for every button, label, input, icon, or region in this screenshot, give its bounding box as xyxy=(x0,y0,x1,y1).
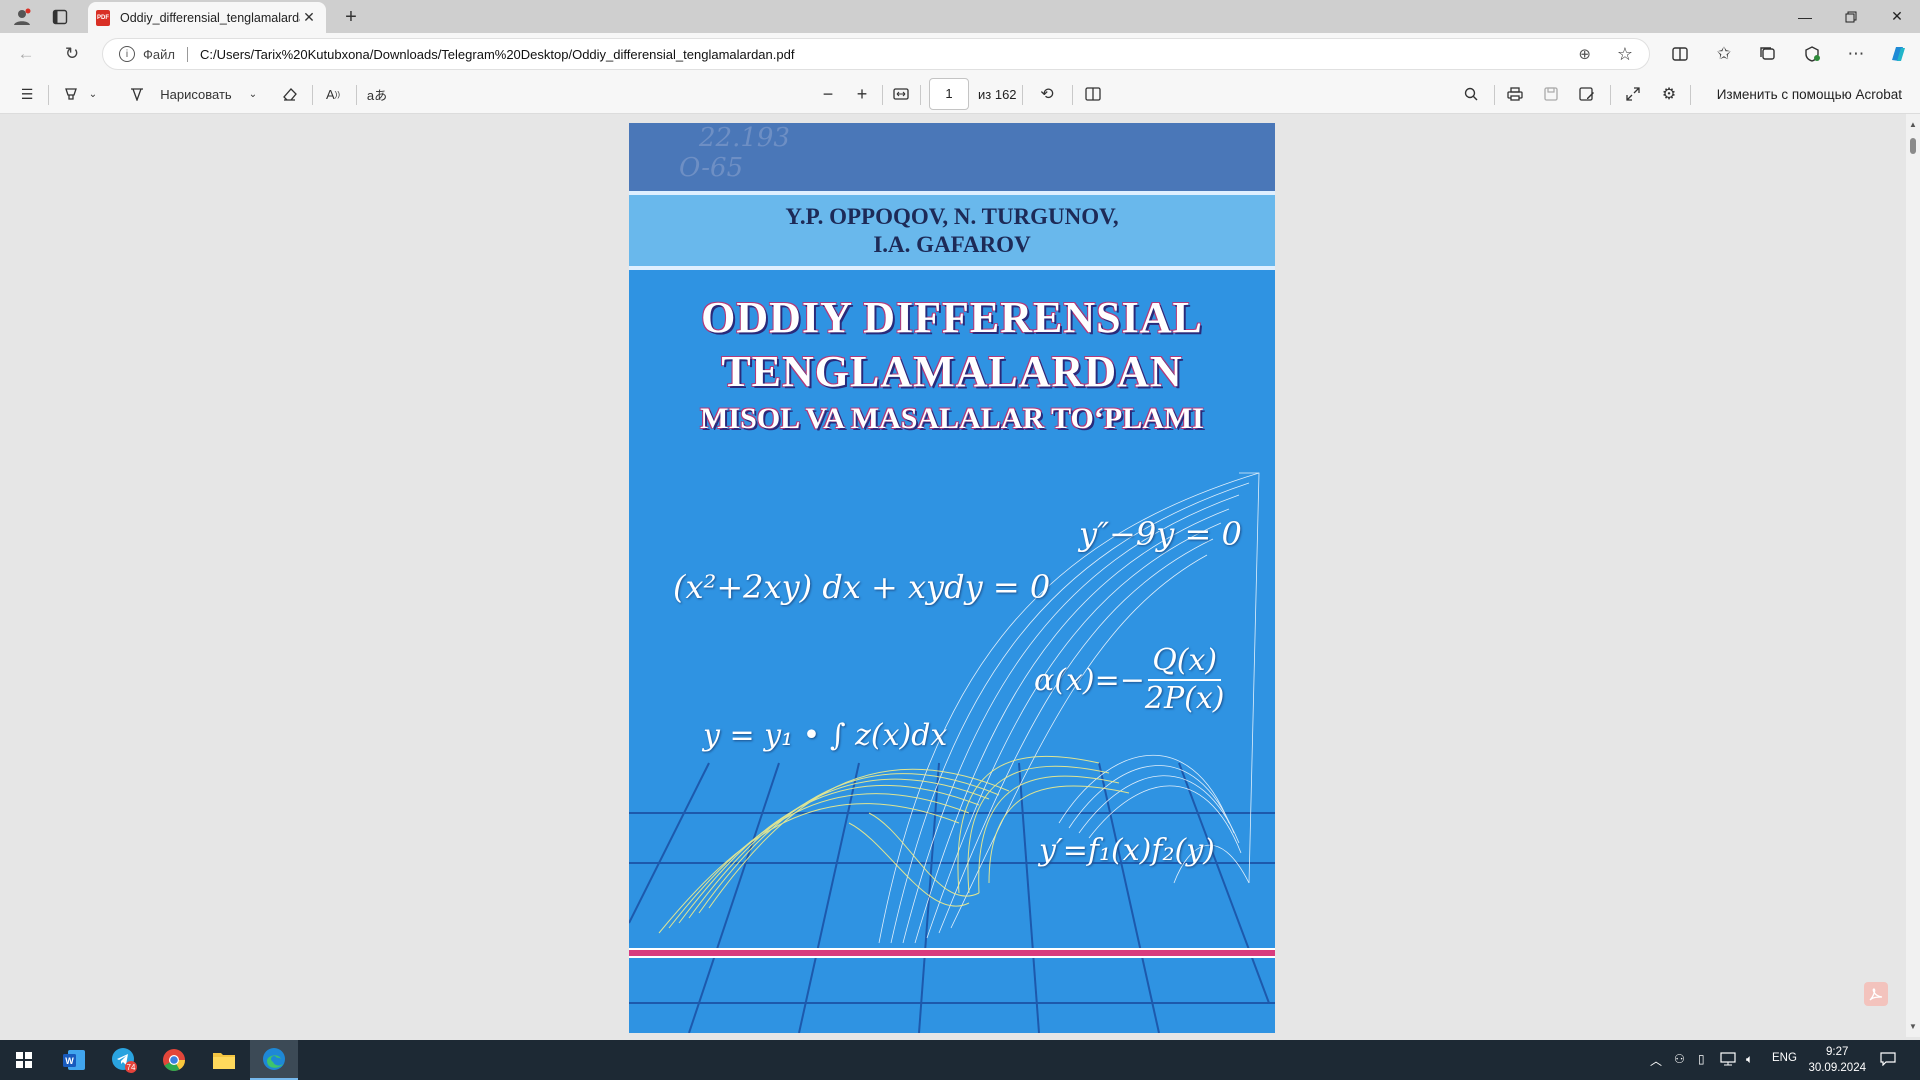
copilot-icon[interactable] xyxy=(1884,41,1912,67)
draw-button[interactable]: Нарисовать xyxy=(154,81,238,107)
navigation-bar: ← ↻ i Файл C:/Users/Tarix%20Kutubxona/Do… xyxy=(0,33,1920,75)
highlight-icon[interactable] xyxy=(58,81,84,107)
equation-3: α(x)=− Q(x) 2P(x) xyxy=(1034,643,1225,716)
tab-strip: PDF Oddiy_differensial_tenglamalardan.pd… xyxy=(0,0,1920,33)
draw-dropdown-icon[interactable]: ⌄ xyxy=(244,81,262,107)
pdf-file-icon: PDF xyxy=(96,9,110,26)
svg-text:W: W xyxy=(65,1056,74,1066)
zoom-in-icon[interactable]: + xyxy=(849,81,875,107)
edit-with-acrobat-button[interactable]: Изменить с помощью Acrobat xyxy=(1717,87,1902,102)
pdf-page-cover: 22.193 O-65 Y.P. OPPOQOV, N. TURGUNOV, I… xyxy=(629,123,1275,1033)
fit-to-width-icon[interactable] xyxy=(888,81,914,107)
site-info-icon[interactable]: i xyxy=(119,46,135,62)
zoom-out-icon[interactable]: − xyxy=(815,81,841,107)
print-icon[interactable] xyxy=(1502,81,1528,107)
telegram-app-icon[interactable]: 74 xyxy=(100,1040,148,1080)
toolbar-divider xyxy=(356,85,357,105)
favorites-icon[interactable]: ✩ xyxy=(1710,41,1738,67)
vertical-scrollbar[interactable]: ▲ ▼ xyxy=(1906,114,1920,1037)
collections-icon[interactable] xyxy=(1754,41,1782,67)
toolbar-divider xyxy=(1494,85,1495,105)
acrobat-icon[interactable] xyxy=(1864,982,1888,1006)
highlight-dropdown-icon[interactable]: ⌄ xyxy=(84,81,102,107)
read-aloud-icon[interactable]: A)) xyxy=(320,81,346,107)
zoom-icon[interactable]: ⊕ xyxy=(1578,45,1591,63)
tab-close-icon[interactable]: ✕ xyxy=(300,9,318,26)
equation-5: y′=f₁(x)f₂(y) xyxy=(1039,833,1215,868)
tab-title: Oddiy_differensial_tenglamalardan.pdf xyxy=(120,10,300,25)
toolbar-divider xyxy=(1690,85,1691,105)
toolbar-divider xyxy=(48,85,49,105)
search-icon[interactable] xyxy=(1458,81,1484,107)
chrome-app-icon[interactable] xyxy=(150,1040,198,1080)
toolbar-divider xyxy=(312,85,313,105)
windows-taskbar: W 74 ︿ ⚇ ▯ 🔈︎ ENG 9:27 30.09.2024 xyxy=(0,1040,1920,1080)
tray-app-icon[interactable]: ⚇ xyxy=(1674,1052,1685,1066)
immersive-reader-icon[interactable]: aあ xyxy=(364,81,390,107)
word-app-icon[interactable]: W xyxy=(50,1040,98,1080)
system-clock[interactable]: 9:27 30.09.2024 xyxy=(1808,1044,1866,1076)
scrollbar-thumb[interactable] xyxy=(1910,138,1916,154)
volume-icon[interactable]: 🔈︎ xyxy=(1746,1052,1753,1067)
fullscreen-icon[interactable] xyxy=(1620,81,1646,107)
tab-actions-icon[interactable] xyxy=(46,4,74,30)
eraser-icon[interactable] xyxy=(276,81,302,107)
browser-essentials-icon[interactable] xyxy=(1798,41,1826,67)
scheme-label: Файл xyxy=(143,46,188,62)
edge-app-icon[interactable] xyxy=(250,1040,298,1080)
cover-title: ODDIY DIFFERENSIAL TENGLAMALARDAN xyxy=(701,293,1203,396)
scroll-down-icon[interactable]: ▼ xyxy=(1909,1022,1917,1031)
notifications-icon[interactable] xyxy=(1880,1052,1896,1069)
settings-gear-icon[interactable]: ⚙ xyxy=(1656,81,1682,107)
language-indicator[interactable]: ENG xyxy=(1772,1052,1797,1064)
draw-icon[interactable] xyxy=(126,81,148,107)
rotate-icon[interactable]: ⟲ xyxy=(1034,81,1060,107)
cover-subtitle: MISOL VA MASALALAR TO‘PLAMI xyxy=(700,402,1204,435)
minimize-button[interactable]: — xyxy=(1782,0,1828,33)
table-of-contents-icon[interactable]: ☰ xyxy=(14,81,40,107)
refresh-icon[interactable]: ↻ xyxy=(58,41,86,67)
pdf-toolbar: ☰ ⌄ Нарисовать ⌄ A)) aあ − + 1 из 162 ⟲ ⚙… xyxy=(0,75,1920,114)
split-screen-icon[interactable] xyxy=(1666,41,1694,67)
show-hidden-icons[interactable]: ︿ xyxy=(1650,1052,1662,1069)
cover-pink-stripe xyxy=(629,948,1275,958)
usb-icon[interactable]: ▯ xyxy=(1698,1052,1705,1066)
more-options-icon[interactable]: ⋯ xyxy=(1842,41,1870,67)
equation-4: y = y₁ • ∫ z(x)dx xyxy=(703,718,948,753)
tab-pdf-document[interactable]: PDF Oddiy_differensial_tenglamalardan.pd… xyxy=(88,2,326,33)
page-number-input[interactable]: 1 xyxy=(929,78,969,110)
scroll-up-icon[interactable]: ▲ xyxy=(1909,120,1917,129)
url-text[interactable]: C:/Users/Tarix%20Kutubxona/Downloads/Tel… xyxy=(200,47,794,62)
profile-icon[interactable] xyxy=(8,4,36,30)
telegram-badge: 74 xyxy=(127,1063,136,1072)
start-button-icon[interactable] xyxy=(0,1040,48,1080)
toolbar-divider xyxy=(1610,85,1611,105)
toolbar-divider xyxy=(1072,85,1073,105)
network-icon[interactable] xyxy=(1720,1052,1736,1069)
save-icon[interactable] xyxy=(1538,81,1564,107)
toolbar-divider xyxy=(1022,85,1023,105)
equation-2: (x²+2xy) dx + xydy = 0 xyxy=(673,568,1051,606)
toolbar-divider xyxy=(882,85,883,105)
new-tab-button[interactable]: + xyxy=(338,4,364,30)
address-bar[interactable]: i Файл C:/Users/Tarix%20Kutubxona/Downlo… xyxy=(102,38,1650,70)
toolbar-divider xyxy=(920,85,921,105)
save-as-icon[interactable] xyxy=(1574,81,1600,107)
page-view-icon[interactable] xyxy=(1080,81,1106,107)
close-window-button[interactable]: ✕ xyxy=(1874,0,1920,33)
file-explorer-icon[interactable] xyxy=(200,1040,248,1080)
restore-button[interactable] xyxy=(1828,0,1874,33)
favorite-star-icon[interactable]: ☆ xyxy=(1617,44,1633,65)
page-total-label: из 162 xyxy=(978,87,1017,102)
back-icon[interactable]: ← xyxy=(12,41,40,67)
equation-1: y″−9y = 0 xyxy=(1079,515,1242,553)
